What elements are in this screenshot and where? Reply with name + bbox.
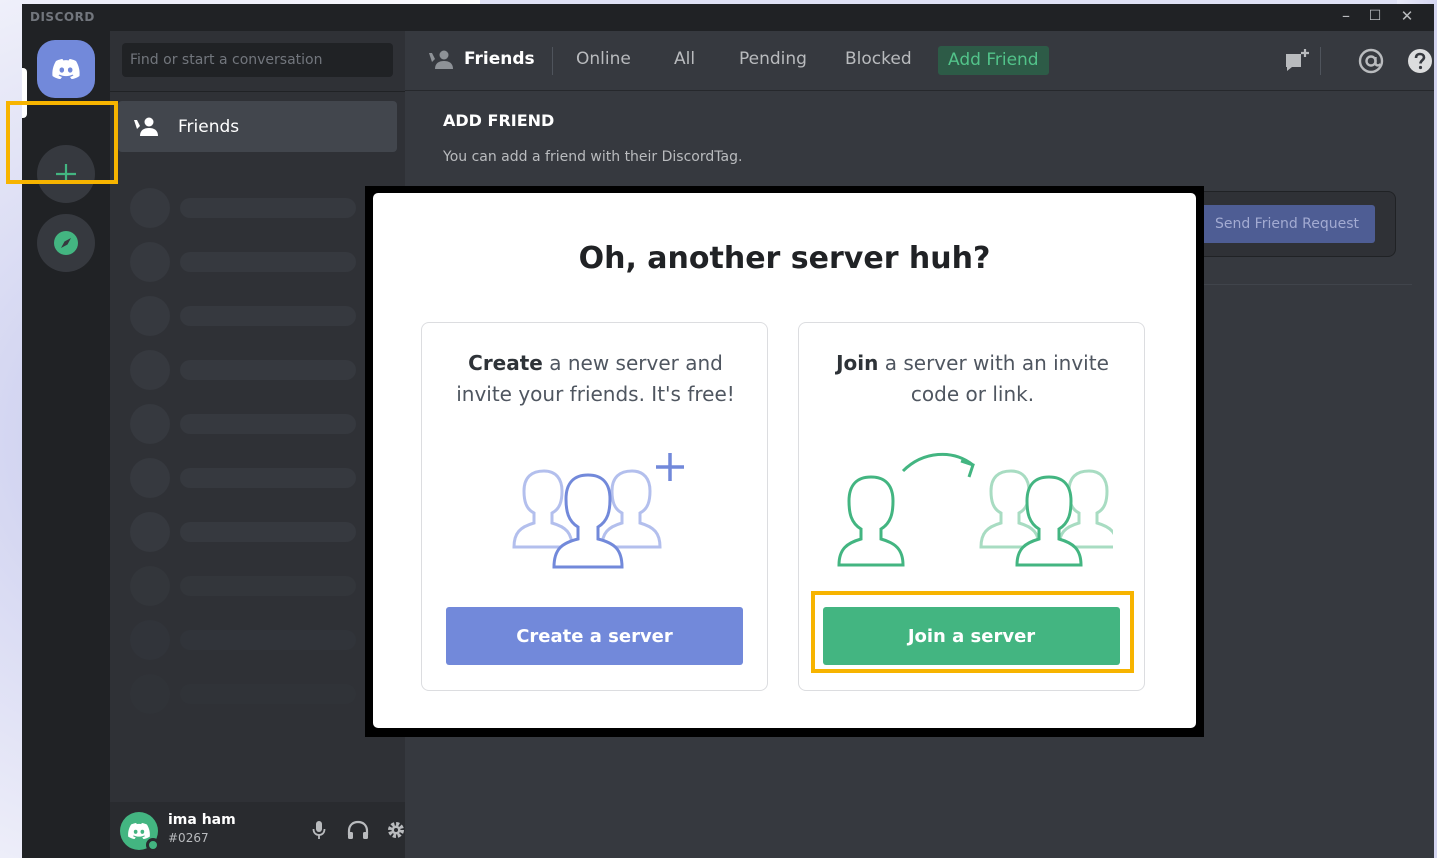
friends-icon: [134, 117, 158, 136]
explore-servers-button[interactable]: [37, 214, 95, 272]
dm-placeholder: [130, 620, 370, 660]
dm-sidebar: Friends: [110, 31, 405, 858]
create-server-illustration-icon: [512, 453, 684, 569]
microphone-icon[interactable]: [308, 820, 330, 842]
join-server-illustration-icon: [837, 452, 1113, 567]
send-friend-request-button[interactable]: Send Friend Request: [1199, 205, 1375, 243]
tab-blocked[interactable]: Blocked: [845, 49, 912, 69]
tab-all[interactable]: All: [674, 49, 695, 69]
divider: [1320, 47, 1321, 75]
divider: [1202, 284, 1412, 285]
app-brand: DISCORD: [30, 10, 95, 24]
join-server-description: Join a server with an invite code or lin…: [819, 348, 1126, 410]
maximize-button[interactable]: ☐: [1364, 8, 1386, 24]
friends-icon: [429, 50, 453, 69]
sidebar-item-label: Friends: [178, 116, 240, 137]
tab-add-friend[interactable]: Add Friend: [938, 46, 1049, 75]
highlight-box: [6, 101, 118, 184]
user-tag: #0267: [168, 831, 209, 845]
close-button[interactable]: ✕: [1396, 7, 1418, 25]
dm-placeholder: [130, 674, 370, 714]
modal-title: Oh, another server huh?: [578, 241, 991, 276]
dm-placeholder: [130, 566, 370, 606]
divider: [552, 47, 553, 75]
join-text: a server with an invite code or link.: [878, 351, 1109, 406]
dm-placeholder: [130, 404, 370, 444]
dm-placeholder: [130, 242, 370, 282]
sidebar-item-friends[interactable]: Friends: [118, 101, 397, 152]
section-heading: ADD FRIEND: [443, 111, 555, 130]
dm-placeholder: [130, 350, 370, 390]
help-icon[interactable]: [1406, 47, 1434, 75]
dm-placeholder: [130, 296, 370, 336]
home-button[interactable]: [37, 40, 95, 98]
create-server-button[interactable]: Create a server: [446, 607, 743, 665]
title-bar: DISCORD – ☐ ✕: [22, 4, 1434, 31]
online-status-icon: [146, 838, 160, 852]
highlight-box: [811, 591, 1134, 673]
divider: [110, 91, 405, 92]
user-panel: ima ham #0267: [110, 802, 405, 858]
friends-header: Friends Online All Pending Blocked Add F…: [405, 31, 1434, 91]
mentions-icon[interactable]: [1357, 47, 1385, 75]
new-group-dm-icon[interactable]: [1283, 47, 1311, 75]
tab-pending[interactable]: Pending: [739, 49, 807, 69]
page-title: Friends: [464, 49, 535, 69]
dm-placeholder: [130, 188, 370, 228]
create-keyword: Create: [468, 351, 543, 375]
discord-logo-icon: [128, 823, 150, 839]
dm-placeholder: [130, 458, 370, 498]
minimize-button[interactable]: –: [1335, 6, 1357, 25]
compass-icon: [54, 231, 78, 255]
username: ima ham: [168, 812, 236, 828]
section-subtitle: You can add a friend with their DiscordT…: [443, 149, 743, 165]
search-input[interactable]: [122, 43, 393, 77]
create-server-card: Create a new server and invite your frie…: [421, 322, 768, 691]
discord-logo-icon: [52, 59, 80, 79]
create-server-description: Create a new server and invite your frie…: [442, 348, 749, 410]
tab-online[interactable]: Online: [576, 49, 631, 69]
dm-placeholder: [130, 512, 370, 552]
join-keyword: Join: [836, 351, 879, 375]
gear-icon[interactable]: [385, 820, 407, 842]
headphones-icon[interactable]: [347, 820, 369, 842]
